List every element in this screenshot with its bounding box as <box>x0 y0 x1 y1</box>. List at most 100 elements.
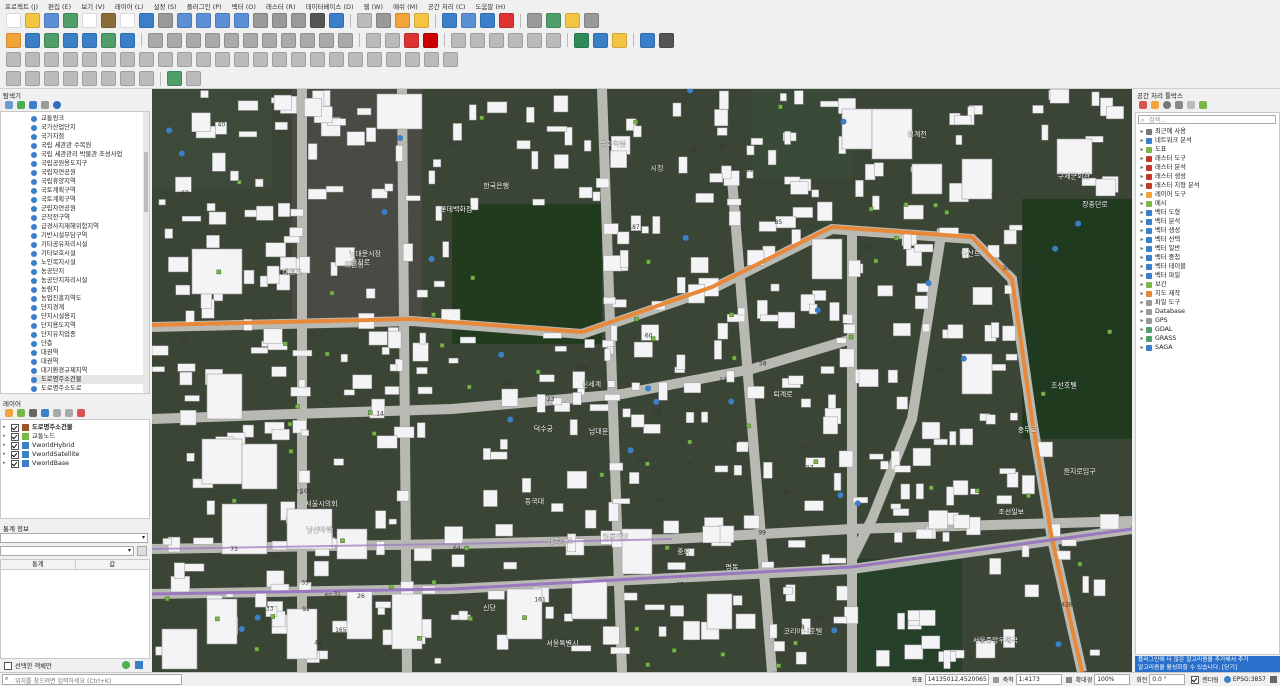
building[interactable] <box>667 562 686 570</box>
traffic-node[interactable] <box>464 545 469 551</box>
building[interactable] <box>459 336 476 344</box>
traffic-node[interactable] <box>232 498 237 504</box>
tool-button-icon[interactable] <box>442 13 457 28</box>
render-checkbox[interactable] <box>1191 675 1200 684</box>
building[interactable] <box>672 102 682 117</box>
building[interactable] <box>152 366 165 372</box>
tool-button-icon[interactable] <box>489 32 504 48</box>
building[interactable] <box>820 366 835 374</box>
building[interactable] <box>887 369 898 383</box>
browser-tree-item[interactable]: 농공단지 <box>31 267 143 276</box>
building[interactable] <box>869 453 884 460</box>
building[interactable] <box>433 159 442 168</box>
traffic-node[interactable] <box>633 119 638 125</box>
tool-button-icon[interactable] <box>508 32 523 48</box>
browser-scrollbar[interactable] <box>143 112 149 393</box>
building[interactable] <box>610 325 618 342</box>
building[interactable] <box>795 651 807 665</box>
options-icon[interactable] <box>1199 101 1207 109</box>
building[interactable] <box>946 486 955 506</box>
building[interactable] <box>389 364 398 372</box>
building[interactable] <box>553 95 569 113</box>
menu-item[interactable]: 프로젝트 (J) <box>0 1 43 11</box>
traffic-node[interactable] <box>944 210 949 215</box>
poi-icon[interactable] <box>627 447 634 454</box>
building[interactable] <box>387 330 402 349</box>
building[interactable] <box>483 489 498 507</box>
expand-arrow-icon[interactable]: ▸ <box>3 459 9 468</box>
tool-button-icon[interactable] <box>177 52 192 67</box>
building[interactable] <box>903 204 924 220</box>
building[interactable] <box>428 170 436 185</box>
building[interactable] <box>604 394 621 401</box>
poi-icon[interactable] <box>831 627 838 634</box>
building[interactable] <box>769 624 778 639</box>
poi-icon[interactable] <box>166 127 173 134</box>
poi-icon[interactable] <box>507 416 514 423</box>
building-large[interactable] <box>206 598 238 645</box>
building[interactable] <box>551 503 564 512</box>
building-large[interactable] <box>161 628 198 670</box>
browser-tree-item[interactable]: 도로명주소건물 <box>31 375 143 384</box>
browser-tree-item[interactable]: 국토계획구역 <box>31 186 143 195</box>
building[interactable] <box>376 435 398 449</box>
building[interactable] <box>193 537 214 545</box>
processing-group-item[interactable]: ▸ 래스터 지형 분석 <box>1138 181 1278 190</box>
collapse-all-icon[interactable] <box>65 409 73 417</box>
building[interactable] <box>516 140 531 150</box>
tool-button-icon[interactable] <box>443 52 458 67</box>
remove-layer-icon[interactable] <box>77 409 85 417</box>
building[interactable] <box>949 431 957 446</box>
building[interactable] <box>1009 224 1023 231</box>
building[interactable] <box>838 450 854 468</box>
building[interactable] <box>266 265 280 284</box>
building[interactable] <box>872 195 880 210</box>
building[interactable] <box>346 131 365 146</box>
scale-field[interactable]: 1:4173 <box>1015 674 1062 685</box>
tool-button-icon[interactable] <box>593 32 608 48</box>
building[interactable] <box>678 156 688 174</box>
building[interactable] <box>953 514 970 529</box>
browser-tree-item[interactable]: 기반시설부담구역 <box>31 231 143 240</box>
building[interactable] <box>290 208 304 217</box>
traffic-node[interactable] <box>672 648 677 653</box>
traffic-node[interactable] <box>295 404 300 409</box>
building-large[interactable] <box>811 238 843 280</box>
building[interactable] <box>366 127 377 143</box>
traffic-node[interactable] <box>371 431 377 436</box>
building[interactable] <box>695 193 714 203</box>
traffic-node[interactable] <box>215 616 220 622</box>
building[interactable] <box>811 189 819 198</box>
traffic-node[interactable] <box>873 258 879 264</box>
traffic-node[interactable] <box>729 312 734 317</box>
building[interactable] <box>603 223 619 235</box>
traffic-node[interactable] <box>903 202 909 207</box>
traffic-node[interactable] <box>868 206 874 212</box>
tool-button-icon[interactable] <box>25 13 40 28</box>
building-large[interactable] <box>241 443 278 490</box>
building[interactable] <box>714 465 729 473</box>
tool-button-icon[interactable] <box>158 13 173 28</box>
building[interactable] <box>578 186 593 199</box>
tool-button-icon[interactable] <box>44 71 59 86</box>
building[interactable] <box>733 465 742 476</box>
building[interactable] <box>839 348 855 368</box>
building[interactable] <box>670 605 684 617</box>
traffic-node[interactable] <box>417 636 422 641</box>
building[interactable] <box>942 532 950 542</box>
processing-group-item[interactable]: ▸ GDAL <box>1138 325 1278 334</box>
building[interactable] <box>416 289 428 298</box>
building[interactable] <box>434 657 442 664</box>
building[interactable] <box>690 257 709 274</box>
add-group-icon[interactable] <box>17 409 25 417</box>
tool-button-icon[interactable] <box>234 13 249 28</box>
poi-icon[interactable] <box>653 398 660 405</box>
processing-group-item[interactable]: ▸ 메시 <box>1138 199 1278 208</box>
processing-group-item[interactable]: ▸ 레이어 도구 <box>1138 190 1278 199</box>
building[interactable] <box>585 509 597 529</box>
tool-button-icon[interactable] <box>253 52 268 67</box>
building[interactable] <box>989 558 1002 575</box>
browser-tree-item[interactable]: 농공단지처리시설 <box>31 276 143 285</box>
building[interactable] <box>603 297 616 305</box>
tool-button-icon[interactable] <box>253 13 268 28</box>
